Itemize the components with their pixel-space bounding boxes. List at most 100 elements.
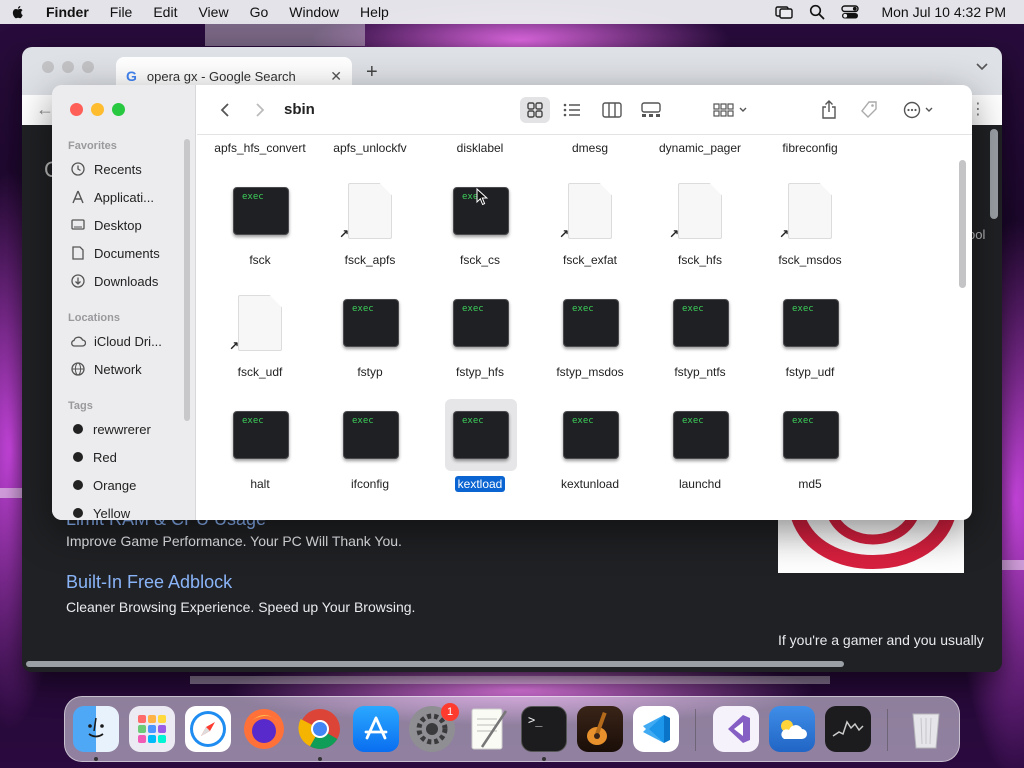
download-icon — [70, 273, 86, 289]
dock-stocks-icon[interactable] — [825, 706, 871, 752]
chevron-down-icon — [739, 107, 747, 112]
mouse-cursor-icon — [476, 188, 488, 206]
sidebar-tag-red[interactable]: Red — [70, 447, 117, 467]
file-name-selected: kextload — [454, 476, 506, 492]
clock-icon — [70, 161, 86, 177]
dock-firefox-icon[interactable] — [241, 706, 287, 752]
sidebar-scrollbar[interactable] — [184, 139, 190, 421]
sidebar-item-label: Yellow — [93, 505, 131, 521]
dock-safari-icon[interactable] — [185, 706, 231, 752]
globe-icon — [70, 361, 86, 377]
desktop-icon — [70, 217, 86, 233]
dock-chrome-icon[interactable] — [297, 706, 343, 752]
page-scrollbar[interactable] — [990, 129, 998, 219]
exec-file-icon: exec — [673, 411, 729, 459]
file-icon-grid: apfs_hfs_convert apfs_unlockfv disklabel… — [197, 135, 972, 520]
zoom-button[interactable] — [112, 103, 125, 116]
sidebar-item-documents[interactable]: Documents — [70, 243, 160, 263]
menu-file[interactable]: File — [110, 4, 133, 20]
group-by-button[interactable] — [712, 99, 748, 121]
file-item[interactable]: dynamic_pager — [645, 139, 755, 157]
horizontal-scrollbar[interactable] — [26, 661, 844, 667]
sidebar-item-icloud[interactable]: iCloud Dri... — [70, 331, 162, 351]
close-button[interactable] — [70, 103, 83, 116]
share-button[interactable] — [819, 99, 839, 121]
menu-go[interactable]: Go — [250, 4, 269, 20]
menu-view[interactable]: View — [198, 4, 228, 20]
dock-trash-icon[interactable] — [903, 706, 949, 752]
ad-desc-adblock: Cleaner Browsing Experience. Speed up Yo… — [66, 599, 416, 615]
sidebar-item-downloads[interactable]: Downloads — [70, 271, 158, 291]
dock-visual-studio-icon[interactable] — [713, 706, 759, 752]
sidebar-tag-rewwrerer[interactable]: rewwrerer — [70, 419, 151, 439]
running-indicator — [542, 757, 546, 761]
finder-sidebar: Favorites Recents Applicati... Desktop D… — [52, 85, 196, 520]
list-view-button[interactable] — [561, 99, 583, 121]
tags-header: Tags — [68, 400, 93, 412]
more-options-icon[interactable]: ⋮ — [970, 99, 986, 119]
file-name: disklabel — [456, 141, 504, 155]
menu-app-finder[interactable]: Finder — [46, 4, 89, 20]
dock-weather-icon[interactable] — [769, 706, 815, 752]
sidebar-item-applications[interactable]: Applicati... — [70, 187, 154, 207]
tag-dot-icon — [73, 480, 83, 490]
minimize-button[interactable] — [62, 61, 74, 73]
menubar-clock[interactable]: Mon Jul 10 4:32 PM — [881, 4, 1006, 20]
favorites-header: Favorites — [68, 140, 117, 152]
close-tab-icon[interactable]: ✕ — [330, 68, 342, 85]
minimize-button[interactable] — [91, 103, 104, 116]
opera-logo-image[interactable] — [778, 517, 964, 573]
menu-help[interactable]: Help — [360, 4, 389, 20]
ellipsis-circle-icon — [903, 101, 921, 119]
menu-edit[interactable]: Edit — [153, 4, 177, 20]
file-item[interactable]: apfs_hfs_convert — [205, 139, 315, 157]
dock-launchpad-icon[interactable] — [129, 706, 175, 752]
dock-textedit-icon[interactable] — [465, 706, 511, 752]
column-view-button[interactable] — [601, 99, 623, 121]
file-item[interactable]: dmesg — [535, 139, 645, 157]
file-name: fsck_apfs — [344, 253, 396, 267]
dock-finder-icon[interactable] — [73, 706, 119, 752]
file-name: fsck — [249, 253, 271, 267]
file-item[interactable]: disklabel — [425, 139, 535, 157]
control-center-icon[interactable] — [841, 4, 860, 20]
file-name: launchd — [678, 477, 722, 491]
sidebar-tag-yellow[interactable]: Yellow — [70, 503, 130, 520]
zoom-button[interactable] — [82, 61, 94, 73]
close-button[interactable] — [42, 61, 54, 73]
ad-title-adblock[interactable]: Built-In Free Adblock — [66, 572, 232, 593]
menu-window[interactable]: Window — [289, 4, 339, 20]
chevron-down-icon[interactable] — [976, 63, 988, 71]
dock-app-store-icon[interactable] — [353, 706, 399, 752]
file-item[interactable]: apfs_unlockfv — [315, 139, 425, 157]
sidebar-item-recents[interactable]: Recents — [70, 159, 142, 179]
action-menu-button[interactable] — [900, 99, 936, 121]
apple-icon[interactable] — [10, 4, 26, 20]
dock-garageband-icon[interactable] — [577, 706, 623, 752]
gallery-view-button[interactable] — [640, 99, 662, 121]
back-button[interactable] — [217, 99, 233, 121]
spotlight-search-icon[interactable] — [809, 4, 825, 20]
dock-terminal-icon[interactable]: >_ — [521, 706, 567, 752]
sidebar-item-label: Network — [94, 361, 142, 377]
columns-icon — [602, 102, 622, 118]
file-name: halt — [250, 477, 270, 491]
sidebar-tag-orange[interactable]: Orange — [70, 475, 136, 495]
sidebar-item-network[interactable]: Network — [70, 359, 142, 379]
tags-button[interactable] — [858, 99, 880, 121]
new-tab-button[interactable]: + — [366, 61, 378, 84]
file-name: fstyp_udf — [785, 365, 835, 379]
sidebar-item-desktop[interactable]: Desktop — [70, 215, 142, 235]
alias-document-icon — [788, 183, 832, 239]
sidebar-item-label: iCloud Dri... — [94, 333, 162, 349]
file-name: ifconfig — [350, 477, 390, 491]
icon-view-button[interactable] — [520, 97, 550, 123]
screen-mirroring-icon[interactable] — [775, 4, 794, 20]
file-item[interactable]: fibreconfig — [755, 139, 865, 157]
exec-file-icon: exec — [343, 299, 399, 347]
menu-bar: Finder File Edit View Go Window Help Mon… — [0, 0, 1024, 24]
dock-vscode-icon[interactable] — [633, 706, 679, 752]
finder-scrollbar[interactable] — [959, 160, 966, 288]
forward-button[interactable] — [252, 99, 268, 121]
finder-toolbar: sbin — [197, 85, 972, 135]
